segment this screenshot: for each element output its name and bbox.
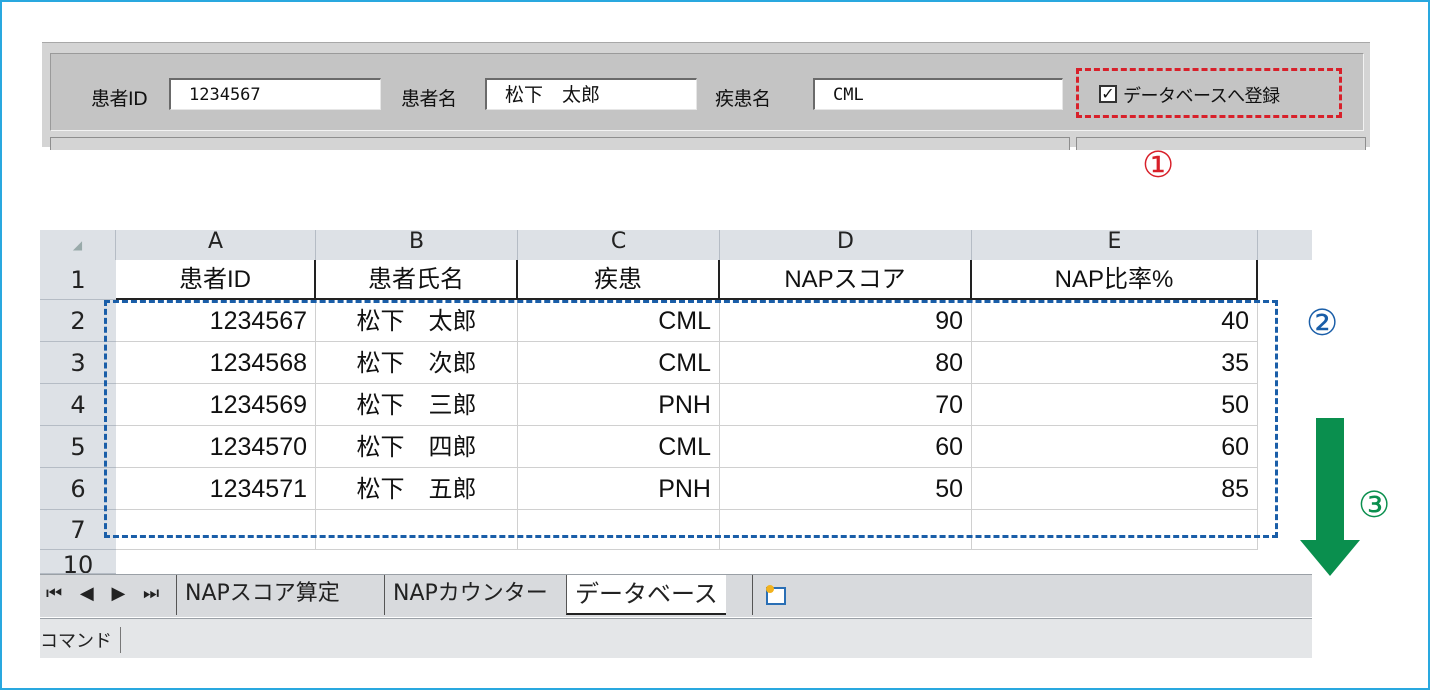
cell-e2[interactable]: 40: [972, 300, 1258, 342]
cell-d7[interactable]: [720, 510, 972, 550]
annotation-number-1: ①: [1142, 145, 1175, 186]
cell-c6[interactable]: PNH: [518, 468, 720, 510]
row-header-3[interactable]: 3: [40, 342, 116, 384]
disease-input[interactable]: CML: [813, 78, 1063, 110]
down-arrow-head-icon: [1300, 540, 1360, 576]
cell-e3[interactable]: 35: [972, 342, 1258, 384]
column-header-b[interactable]: B: [316, 230, 518, 260]
row-header-5[interactable]: 5: [40, 426, 116, 468]
annotation-number-2: ②: [1306, 303, 1339, 344]
cell-b5[interactable]: 松下 四郎: [316, 426, 518, 468]
column-header-e[interactable]: E: [972, 230, 1258, 260]
cell-e5[interactable]: 60: [972, 426, 1258, 468]
column-header-blank: [1258, 230, 1312, 260]
cell-c5[interactable]: CML: [518, 426, 720, 468]
cell-d3[interactable]: 80: [720, 342, 972, 384]
patient-name-input[interactable]: 松下 太郎: [485, 78, 697, 110]
insert-sheet-icon: [766, 585, 786, 605]
patient-id-label: 患者ID: [91, 88, 148, 110]
cell-b6[interactable]: 松下 五郎: [316, 468, 518, 510]
select-all-corner[interactable]: ◢: [40, 230, 116, 260]
status-bar: コマンド: [40, 618, 1312, 658]
column-header-d[interactable]: D: [720, 230, 972, 260]
cell-b7[interactable]: [316, 510, 518, 550]
cell-a3[interactable]: 1234568: [116, 342, 316, 384]
row-header-2[interactable]: 2: [40, 300, 116, 342]
column-header-c[interactable]: C: [518, 230, 720, 260]
cell-e4[interactable]: 50: [972, 384, 1258, 426]
header-cell-nap-score[interactable]: NAPスコア: [720, 260, 972, 300]
status-mode: コマンド: [40, 627, 121, 653]
cell-b4[interactable]: 松下 三郎: [316, 384, 518, 426]
cell-b2[interactable]: 松下 太郎: [316, 300, 518, 342]
tab-nap-score[interactable]: NAPスコア算定: [176, 575, 348, 615]
form-lower-pane-left: [50, 137, 1070, 150]
header-cell-disease[interactable]: 疾患: [518, 260, 720, 300]
cell-d4[interactable]: 70: [720, 384, 972, 426]
cell-a5[interactable]: 1234570: [116, 426, 316, 468]
row-header-1[interactable]: 1: [40, 260, 116, 300]
cell-a6[interactable]: 1234571: [116, 468, 316, 510]
cell-a4[interactable]: 1234569: [116, 384, 316, 426]
cell-e7[interactable]: [972, 510, 1258, 550]
down-arrow-icon: [1316, 418, 1344, 542]
register-checkbox-highlight: ✓ データベースへ登録: [1076, 68, 1342, 118]
header-cell-nap-ratio[interactable]: NAP比率%: [972, 260, 1258, 300]
form-lower-pane-right: [1076, 137, 1366, 150]
cell-d5[interactable]: 60: [720, 426, 972, 468]
patient-id-input[interactable]: 1234567: [169, 78, 381, 110]
row-header-4[interactable]: 4: [40, 384, 116, 426]
cell-c4[interactable]: PNH: [518, 384, 720, 426]
column-header-a[interactable]: A: [116, 230, 316, 260]
row-header-10[interactable]: 10: [40, 550, 116, 574]
cell-a2[interactable]: 1234567: [116, 300, 316, 342]
patient-name-label: 患者名: [401, 88, 457, 110]
tab-scroll-buttons[interactable]: ⏮ ◀ ▶ ⏭: [46, 583, 165, 604]
annotation-number-3: ③: [1358, 485, 1391, 526]
tab-database[interactable]: データベース: [566, 575, 726, 615]
row-header-7[interactable]: 7: [40, 510, 116, 550]
cell-c7[interactable]: [518, 510, 720, 550]
insert-sheet-tab[interactable]: [752, 575, 806, 615]
tab-nap-counter[interactable]: NAPカウンター: [384, 575, 556, 615]
disease-label: 疾患名: [715, 88, 771, 110]
register-checkbox-label[interactable]: データベースへ登録: [1123, 82, 1280, 108]
cell-e6[interactable]: 85: [972, 468, 1258, 510]
spreadsheet: ◢ A B C D E 1 2 3 4 5 6 7 10 患者ID 患者氏名 疾…: [40, 230, 1312, 658]
cell-d2[interactable]: 90: [720, 300, 972, 342]
row-header-6[interactable]: 6: [40, 468, 116, 510]
cell-b3[interactable]: 松下 次郎: [316, 342, 518, 384]
cell-c2[interactable]: CML: [518, 300, 720, 342]
register-checkbox[interactable]: ✓: [1099, 85, 1117, 103]
header-cell-patient-name[interactable]: 患者氏名: [316, 260, 518, 300]
cell-a7[interactable]: [116, 510, 316, 550]
header-cell-patient-id[interactable]: 患者ID: [116, 260, 316, 300]
cell-c3[interactable]: CML: [518, 342, 720, 384]
cell-d6[interactable]: 50: [720, 468, 972, 510]
sheet-tab-bar: ⏮ ◀ ▶ ⏭ NAPスコア算定 NAPカウンター データベース: [40, 574, 1312, 617]
checkmark-icon: ✓: [1101, 84, 1115, 103]
